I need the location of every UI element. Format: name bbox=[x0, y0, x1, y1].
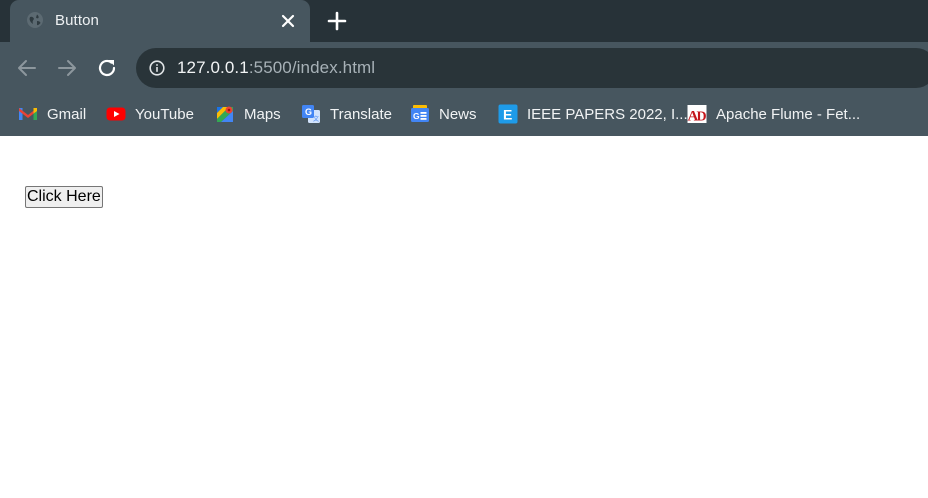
reload-icon[interactable] bbox=[94, 55, 120, 81]
youtube-icon bbox=[106, 107, 126, 121]
url-path: :5500/index.html bbox=[248, 58, 376, 77]
bookmark-news[interactable]: G News bbox=[410, 104, 477, 124]
gmail-icon bbox=[19, 108, 37, 120]
bookmark-maps[interactable]: Maps bbox=[215, 104, 281, 124]
url-text[interactable]: 127.0.0.1:5500/index.html bbox=[177, 58, 375, 78]
bookmarks-bar: Gmail YouTube Maps G 文 Translate G News … bbox=[0, 94, 928, 136]
ieee-e-icon: E bbox=[498, 104, 518, 124]
plus-icon[interactable] bbox=[326, 10, 348, 32]
tab-button[interactable]: Button bbox=[10, 0, 310, 42]
svg-text:G: G bbox=[413, 111, 420, 121]
news-icon: G bbox=[411, 105, 429, 122]
bookmark-ieee-papers[interactable]: E IEEE PAPERS 2022, I... bbox=[498, 104, 688, 124]
bookmark-gmail[interactable]: Gmail bbox=[18, 104, 86, 124]
address-bar[interactable]: 127.0.0.1:5500/index.html bbox=[136, 48, 928, 88]
bookmark-label: Gmail bbox=[47, 105, 87, 123]
forward-arrow-icon[interactable] bbox=[54, 55, 80, 81]
back-arrow-icon[interactable] bbox=[14, 55, 40, 81]
svg-text:E: E bbox=[503, 107, 512, 123]
translate-icon: G 文 bbox=[302, 105, 320, 123]
svg-text:文: 文 bbox=[313, 115, 319, 123]
bookmark-youtube[interactable]: YouTube bbox=[106, 104, 194, 124]
bookmark-label: Apache Flume - Fet... bbox=[716, 105, 861, 123]
bookmark-label: Maps bbox=[244, 105, 281, 123]
globe-icon bbox=[27, 12, 43, 28]
bookmark-apache-flume[interactable]: A D Apache Flume - Fet... bbox=[687, 104, 860, 124]
click-here-button[interactable]: Click Here bbox=[25, 186, 103, 208]
toolbar: 127.0.0.1:5500/index.html bbox=[0, 42, 928, 94]
close-icon[interactable] bbox=[279, 12, 297, 30]
svg-text:G: G bbox=[305, 107, 312, 117]
page-content: Click Here bbox=[0, 136, 928, 498]
apache-ad-icon: A D bbox=[687, 105, 707, 125]
bookmark-translate[interactable]: G 文 Translate bbox=[301, 104, 392, 124]
url-host: 127.0.0.1 bbox=[177, 58, 249, 77]
info-icon[interactable] bbox=[149, 60, 165, 76]
svg-text:D: D bbox=[697, 110, 707, 125]
bookmark-label: Translate bbox=[330, 105, 392, 123]
tab-strip: Button bbox=[0, 0, 928, 42]
maps-icon bbox=[217, 106, 233, 122]
browser-window: Button 127.0.0.1:5500/index.html Gmail Y… bbox=[0, 0, 928, 136]
bookmark-label: IEEE PAPERS 2022, I... bbox=[527, 105, 688, 123]
bookmark-label: YouTube bbox=[135, 105, 194, 123]
bookmark-label: News bbox=[439, 105, 477, 123]
tab-title: Button bbox=[55, 12, 99, 29]
